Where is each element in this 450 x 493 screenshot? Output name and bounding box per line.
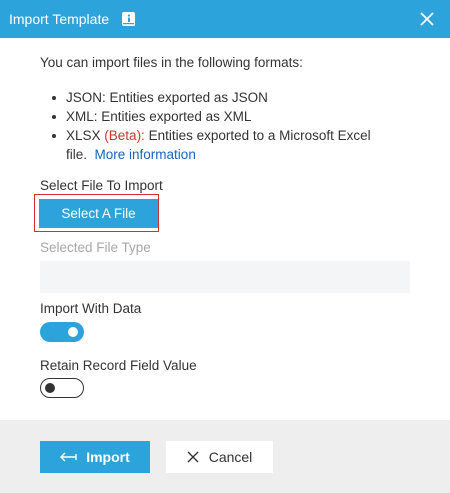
import-with-data-label: Import With Data [40, 301, 142, 316]
format-item-xml: XML: Entities exported as XML [52, 107, 392, 126]
import-button[interactable]: Import [40, 441, 150, 473]
close-dialog-button[interactable] [418, 10, 436, 28]
format-item-xlsx: XLSX (Beta): Entities exported to a Micr… [52, 126, 392, 164]
format-name: JSON: [66, 90, 106, 105]
import-button-label: Import [86, 449, 130, 465]
format-list: JSON: Entities exported as JSON XML: Ent… [52, 88, 392, 164]
toggle-knob [68, 327, 78, 337]
dialog-header: Import Template [0, 0, 450, 38]
dialog-title: Import Template [9, 11, 110, 27]
cancel-button-label: Cancel [208, 449, 253, 465]
import-with-data-toggle[interactable] [40, 322, 84, 342]
selected-file-type-field [40, 261, 410, 293]
beta-tag: (Beta): [104, 128, 145, 143]
retain-record-field-value-toggle[interactable] [40, 378, 84, 398]
close-icon [420, 12, 434, 26]
close-icon [187, 451, 199, 463]
more-information-link[interactable]: More information [95, 147, 196, 162]
retain-record-field-value-label: Retain Record Field Value [40, 358, 197, 373]
format-desc: Entities exported as XML [101, 109, 252, 124]
cancel-button[interactable]: Cancel [166, 441, 273, 473]
info-book-icon[interactable] [120, 10, 138, 28]
format-desc: Entities exported as JSON [109, 90, 268, 105]
select-file-label: Select File To Import [40, 178, 163, 193]
select-file-button[interactable]: Select A File [39, 199, 158, 228]
format-name: XML: [66, 109, 98, 124]
selected-file-type-label: Selected File Type [40, 240, 151, 255]
toggle-knob [45, 383, 55, 393]
format-name: XLSX [66, 128, 101, 143]
intro-text: You can import files in the following fo… [40, 55, 303, 70]
arrow-import-icon [60, 452, 78, 462]
format-item-json: JSON: Entities exported as JSON [52, 88, 392, 107]
